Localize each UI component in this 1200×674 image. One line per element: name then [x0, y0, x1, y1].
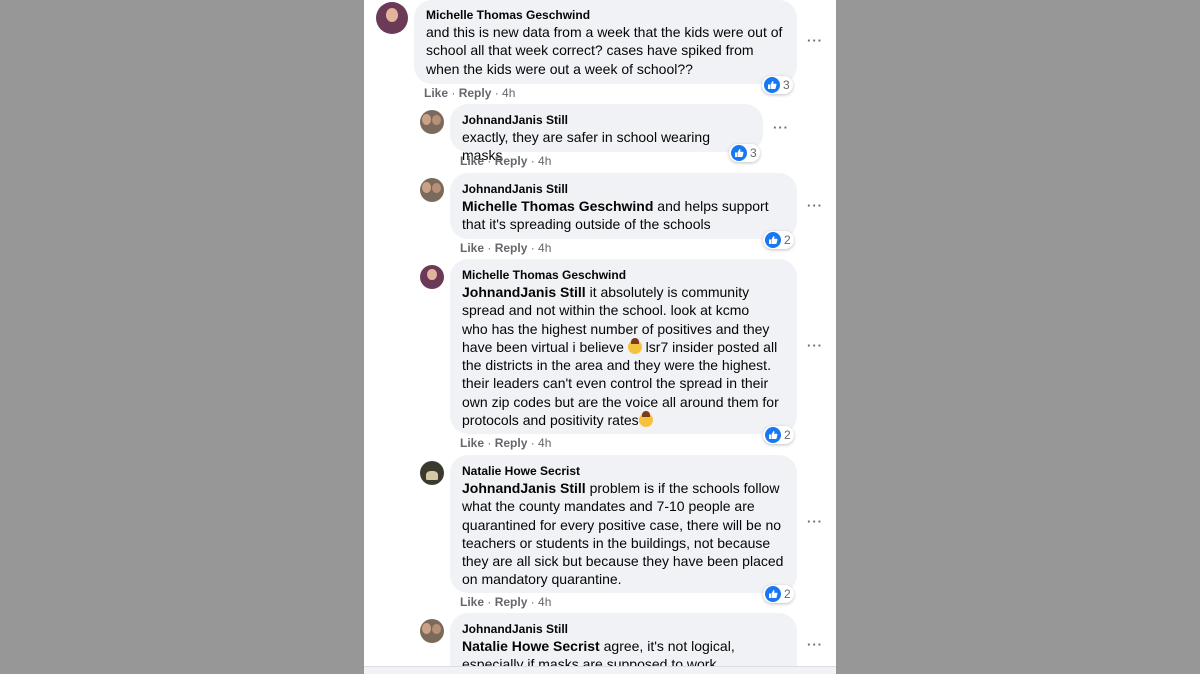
reaction-count[interactable]: 2 [763, 426, 794, 444]
separator: · [448, 86, 459, 100]
comment-text-part: the districts in the area and they were … [462, 357, 771, 374]
timestamp[interactable]: 4h [538, 241, 551, 255]
mention-link[interactable]: Natalie Howe Secrist [462, 638, 600, 654]
comment-author[interactable]: Natalie Howe Secrist [462, 463, 785, 479]
mention-link[interactable]: Michelle Thomas Geschwind [462, 198, 653, 214]
comment-bubble: Michelle Thomas Geschwind and this is ne… [414, 0, 797, 84]
separator: · [527, 436, 539, 450]
comment-text: JohnandJanis Still it absolutely is comm… [462, 283, 785, 429]
reaction-number: 3 [783, 78, 790, 92]
mention-link[interactable]: JohnandJanis Still [462, 480, 586, 496]
thumbs-up-icon [764, 77, 780, 93]
comment-bubble: JohnandJanis Still Natalie Howe Secrist … [450, 613, 797, 674]
comment-actions: Like · Reply · 4h [460, 435, 551, 451]
reply-link[interactable]: Reply [495, 241, 528, 255]
person-emoji-icon [627, 337, 642, 354]
comment-text-part: protocols and positivity rates [462, 412, 639, 429]
comment-actions: Like · Reply · 4h [460, 594, 551, 610]
comment-author[interactable]: JohnandJanis Still [462, 112, 751, 128]
reply-link[interactable]: Reply [459, 86, 492, 100]
more-options-button[interactable]: ··· [803, 514, 827, 530]
reply-link[interactable]: Reply [495, 436, 528, 450]
comment-bubble: JohnandJanis Still exactly, they are saf… [450, 104, 763, 163]
timestamp[interactable]: 4h [502, 86, 515, 100]
comment-text-part: their leaders can't even control the spr… [462, 375, 769, 392]
separator: · [484, 154, 495, 168]
separator: · [527, 241, 539, 255]
avatar[interactable] [420, 461, 444, 485]
comment-text-part: quarantined for every positive case, the… [462, 516, 782, 533]
more-options-button[interactable]: ··· [803, 33, 827, 49]
avatar[interactable] [420, 619, 444, 643]
panel-bottom-edge [364, 666, 836, 674]
timestamp[interactable]: 4h [538, 436, 551, 450]
comment-author[interactable]: Michelle Thomas Geschwind [462, 267, 785, 283]
comment-text-part: they are all sick but because they have … [462, 553, 784, 570]
timestamp[interactable]: 4h [538, 595, 551, 609]
separator: · [484, 436, 495, 450]
reaction-number: 2 [784, 233, 791, 247]
avatar[interactable] [420, 110, 444, 134]
separator: · [484, 241, 495, 255]
comment-text-part: problem is if the schools follow [585, 480, 780, 496]
comment-text-part: who has the highest number of positives … [462, 320, 770, 337]
thumbs-up-icon [765, 232, 781, 248]
reaction-count[interactable]: 3 [729, 144, 760, 162]
reaction-number: 2 [784, 428, 791, 442]
like-link[interactable]: Like [460, 595, 484, 609]
reply-link[interactable]: Reply [495, 154, 528, 168]
comment-text-part: own zip codes but are the voice all arou… [462, 393, 779, 410]
comment-text-part: have been virtual i believe [462, 338, 624, 355]
separator: · [484, 595, 495, 609]
more-options-button[interactable]: ··· [769, 120, 793, 136]
reaction-count[interactable]: 2 [763, 585, 794, 603]
reaction-number: 3 [750, 146, 757, 160]
more-options-button[interactable]: ··· [803, 338, 827, 354]
comment-text-part: that it's spreading outside of the schoo… [462, 216, 711, 233]
comment-bubble: Natalie Howe Secrist JohnandJanis Still … [450, 455, 797, 593]
reaction-count[interactable]: 3 [762, 76, 793, 94]
comment-text-part: it absolutely is community [585, 284, 750, 300]
comment-actions: Like · Reply · 4h [460, 153, 551, 169]
comment-text-part: on mandatory quarantine. [462, 571, 622, 588]
separator: · [491, 86, 503, 100]
comment-text-part: spread and not within the school. look a… [462, 302, 750, 319]
thumbs-up-icon [731, 145, 747, 161]
separator: · [527, 154, 539, 168]
comment-bubble: Michelle Thomas Geschwind JohnandJanis S… [450, 259, 797, 434]
more-options-button[interactable]: ··· [803, 637, 827, 653]
mention-link[interactable]: JohnandJanis Still [462, 284, 586, 300]
comment-text-part: what the county mandates and 7-10 people… [462, 498, 755, 515]
comment-author[interactable]: JohnandJanis Still [462, 181, 785, 197]
like-link[interactable]: Like [460, 154, 484, 168]
comment-text: JohnandJanis Still problem is if the sch… [462, 479, 785, 589]
comment-bubble: JohnandJanis Still Michelle Thomas Gesch… [450, 173, 797, 239]
thumbs-up-icon [765, 586, 781, 602]
comment-author[interactable]: Michelle Thomas Geschwind [426, 7, 785, 23]
like-link[interactable]: Like [460, 436, 484, 450]
separator: · [527, 595, 539, 609]
thumbs-up-icon [765, 427, 781, 443]
person-emoji-icon [638, 411, 653, 428]
comment-author[interactable]: JohnandJanis Still [462, 621, 785, 637]
comment-text-part: teachers or students in the buildings, n… [462, 534, 771, 551]
avatar[interactable] [420, 178, 444, 202]
like-link[interactable]: Like [460, 241, 484, 255]
timestamp[interactable]: 4h [538, 154, 551, 168]
reaction-count[interactable]: 2 [763, 231, 794, 249]
comment-text-part: agree, it's not logical, [599, 638, 735, 654]
like-link[interactable]: Like [424, 86, 448, 100]
comment-actions: Like · Reply · 4h [460, 240, 551, 256]
comments-panel: Michelle Thomas Geschwind and this is ne… [364, 0, 836, 674]
avatar[interactable] [376, 2, 408, 34]
comment-text-part: lsr7 insider posted all [641, 338, 778, 355]
comment-text: Michelle Thomas Geschwind and helps supp… [462, 197, 785, 234]
comment-actions: Like · Reply · 4h [424, 85, 515, 101]
comment-text-part: and helps support [653, 198, 769, 214]
avatar[interactable] [420, 265, 444, 289]
reply-link[interactable]: Reply [495, 595, 528, 609]
more-options-button[interactable]: ··· [803, 198, 827, 214]
comment-text: and this is new data from a week that th… [426, 24, 783, 77]
reaction-number: 2 [784, 587, 791, 601]
